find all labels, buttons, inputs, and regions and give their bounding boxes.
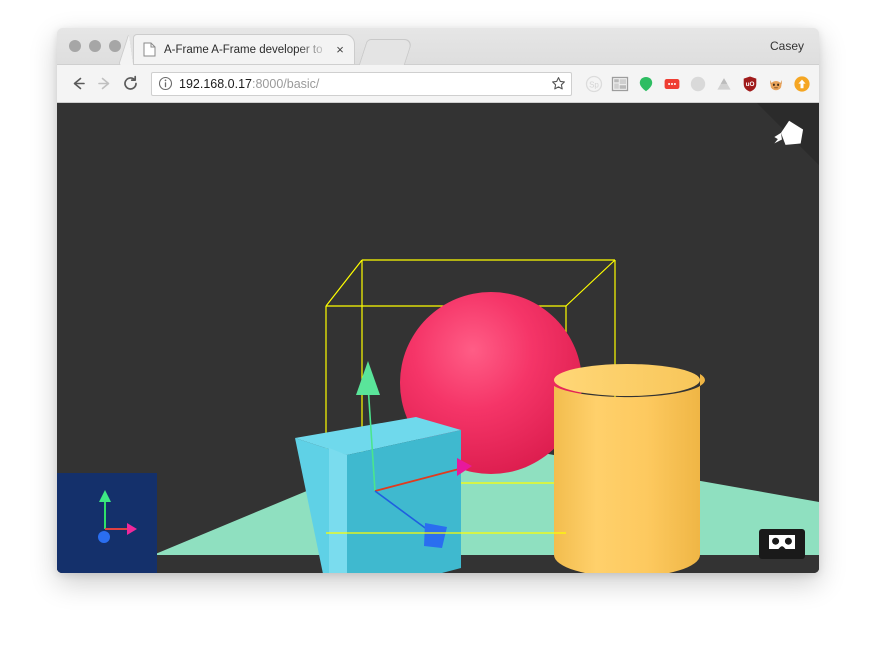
grey-moon-extension-icon[interactable] [688, 74, 707, 93]
screenshot-root: A-Frame A-Frame developer to × Casey 192… [0, 0, 876, 657]
orange-upload-extension-icon[interactable] [792, 74, 811, 93]
minimize-window-button[interactable] [89, 40, 101, 52]
svg-text:uO: uO [745, 81, 754, 88]
aframe-scene[interactable] [57, 103, 819, 573]
sp-extension-icon[interactable]: Sp [584, 74, 603, 93]
browser-tab-active[interactable]: A-Frame A-Frame developer to × [133, 34, 355, 64]
forward-arrow-icon [96, 75, 113, 92]
new-tab-button[interactable] [358, 39, 414, 65]
back-button[interactable] [65, 71, 91, 97]
drive-extension-icon[interactable] [714, 74, 733, 93]
maximize-window-button[interactable] [109, 40, 121, 52]
reload-button[interactable] [117, 71, 143, 97]
url-host: 192.168.0.17 [179, 76, 252, 91]
cube-primitive[interactable] [295, 417, 461, 573]
browser-window: A-Frame A-Frame developer to × Casey 192… [57, 28, 819, 573]
webgl-viewport[interactable] [57, 103, 819, 573]
tab-title: A-Frame A-Frame developer to [164, 43, 323, 56]
browser-toolbar: 192.168.0.17:8000/basic/ Sp uO [57, 65, 819, 103]
url-text: 192.168.0.17:8000/basic/ [179, 74, 549, 94]
svg-text:Sp: Sp [589, 80, 599, 89]
reload-icon [122, 75, 139, 92]
url-path: :8000/basic/ [252, 76, 320, 91]
ublock-shield-extension-icon[interactable]: uO [740, 74, 759, 93]
close-window-button[interactable] [69, 40, 81, 52]
back-arrow-icon [70, 75, 87, 92]
axis-widget-background [57, 473, 157, 573]
grid-layout-extension-icon[interactable] [610, 74, 629, 93]
red-chat-extension-icon[interactable] [662, 74, 681, 93]
cat-extension-icon[interactable] [766, 74, 785, 93]
info-circle-icon[interactable] [158, 76, 173, 91]
profile-name-label[interactable]: Casey [770, 38, 804, 55]
address-bar[interactable]: 192.168.0.17:8000/basic/ [151, 71, 572, 96]
axis-widget-z-axis [98, 531, 110, 543]
green-balloon-extension-icon[interactable] [636, 74, 655, 93]
window-controls [69, 40, 121, 52]
axis-orientation-widget [57, 473, 157, 573]
extensions-bar: Sp uO [578, 74, 811, 93]
document-icon [143, 42, 156, 57]
forward-button[interactable] [91, 71, 117, 97]
cylinder-primitive[interactable] [554, 364, 705, 573]
vr-goggles-icon [767, 533, 797, 556]
close-tab-button[interactable]: × [332, 42, 348, 58]
bookmark-star-icon[interactable] [549, 75, 567, 93]
enter-vr-button[interactable] [759, 529, 805, 559]
tab-strip: A-Frame A-Frame developer to × Casey [57, 28, 819, 65]
